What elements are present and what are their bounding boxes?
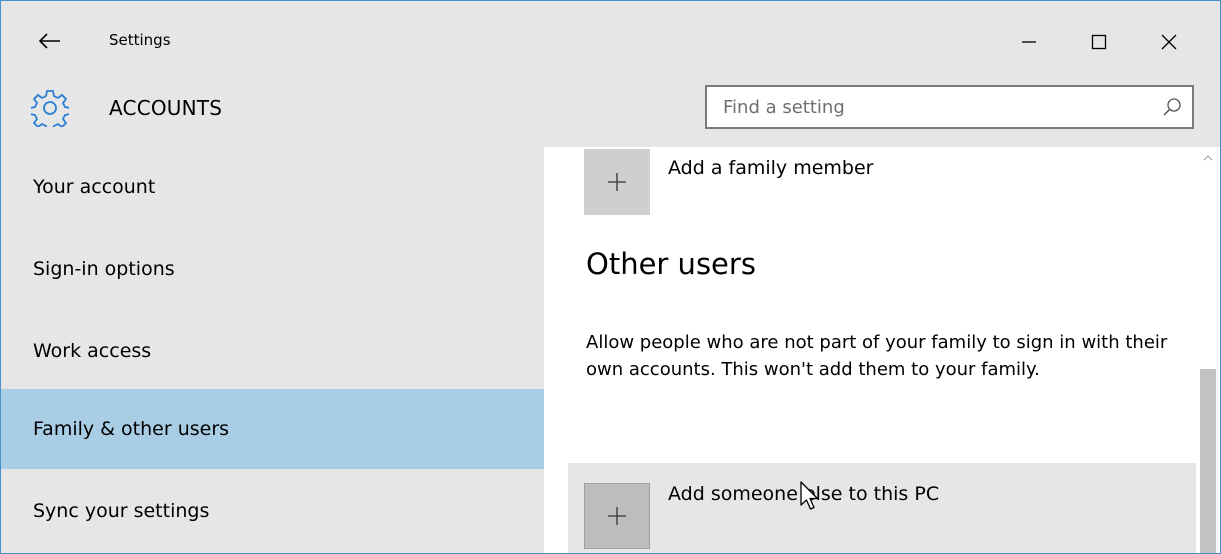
chevron-up-icon [1203, 155, 1213, 161]
search-icon[interactable] [1162, 97, 1182, 117]
add-family-member-button[interactable] [584, 149, 650, 215]
settings-window: Settings ACCOUNTS Find a setting Your ac… [0, 0, 1221, 554]
plus-icon [608, 173, 626, 191]
content-pane: Add a family member Other users Allow pe… [544, 147, 1196, 553]
content-scrollbar[interactable] [1196, 147, 1220, 553]
sidebar-item-label: Family & other users [33, 418, 230, 440]
window-title: Settings [109, 31, 171, 49]
close-button[interactable] [1147, 23, 1191, 61]
sidebar-item-your-account[interactable]: Your account [1, 147, 544, 227]
back-button[interactable] [35, 28, 65, 54]
other-users-heading: Other users [586, 247, 756, 281]
sidebar-item-label: Your account [33, 176, 156, 198]
sidebar: Your account Sign-in options Work access… [1, 147, 544, 553]
sidebar-item-label: Work access [33, 340, 152, 362]
scroll-up-button[interactable] [1200, 151, 1216, 165]
back-arrow-icon [39, 33, 60, 49]
search-input[interactable] [707, 87, 1147, 127]
mouse-cursor-icon [800, 481, 819, 510]
minimize-button[interactable] [1007, 23, 1051, 61]
scroll-thumb[interactable] [1200, 369, 1216, 553]
sidebar-item-label: Sign-in options [33, 258, 175, 280]
add-family-member-label[interactable]: Add a family member [668, 157, 873, 179]
maximize-button[interactable] [1077, 23, 1121, 61]
add-someone-tile[interactable] [584, 483, 650, 549]
maximize-icon [1091, 34, 1107, 50]
search-box[interactable] [705, 85, 1194, 129]
sidebar-item-family-other-users[interactable]: Family & other users [1, 389, 544, 469]
minimize-icon [1022, 41, 1036, 43]
sidebar-item-sign-in-options[interactable]: Sign-in options [1, 229, 544, 309]
sidebar-item-work-access[interactable]: Work access [1, 311, 544, 391]
page-title: ACCOUNTS [109, 96, 223, 120]
gear-icon [31, 90, 69, 127]
other-users-description: Allow people who are not part of your fa… [586, 332, 1168, 380]
plus-icon [608, 507, 626, 525]
sidebar-item-label: Sync your settings [33, 500, 210, 522]
add-someone-else-button[interactable]: Add someone else to this PC [568, 463, 1196, 553]
sidebar-item-sync-your-settings[interactable]: Sync your settings [1, 471, 544, 551]
header-bar: ACCOUNTS [1, 71, 1220, 147]
close-icon [1161, 34, 1177, 50]
